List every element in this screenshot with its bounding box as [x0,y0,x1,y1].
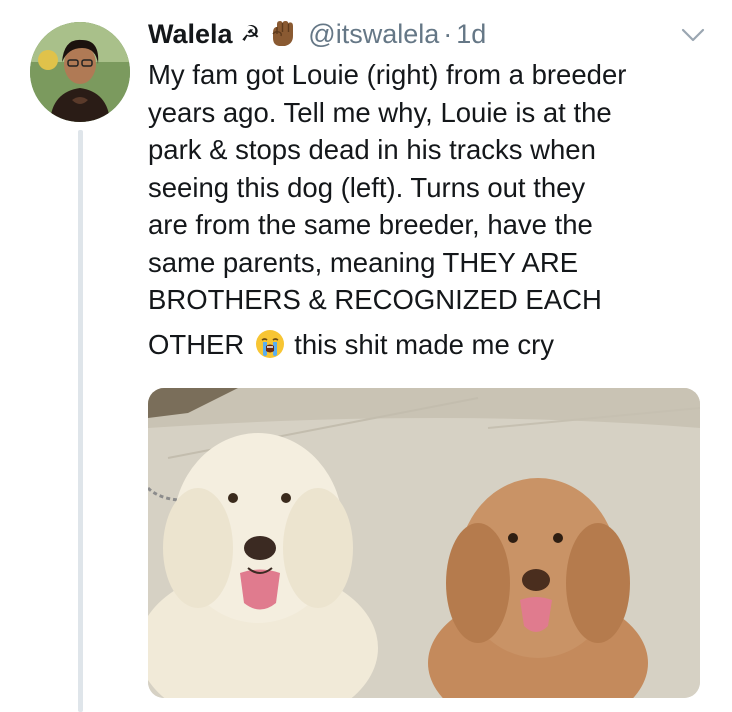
raised-fist-icon [272,21,294,46]
tweet-line: BROTHERS & RECOGNIZED EACH [148,284,602,315]
thread-line [78,130,83,712]
avatar-photo [30,22,130,122]
avatar[interactable] [30,22,130,122]
tweet-line-text: OTHER [148,328,245,360]
tweet-header: Walela ☭ @itswalela · 1d [148,16,486,52]
tweet-photo[interactable] [148,388,700,698]
photo-two-dogs [148,388,700,698]
user-handle[interactable]: @itswalela [308,19,439,50]
separator-dot: · [443,18,453,49]
timestamp[interactable]: 1d [456,19,486,50]
hammer-sickle-emoji: ☭ [240,21,261,46]
tweet-line-last: OTHER this shit made me cry [148,326,708,364]
display-name[interactable]: Walela [148,19,233,50]
tweet-line: park & stops dead in his tracks when [148,134,596,165]
tweet-line-text: this shit made me cry [294,328,555,360]
chevron-down-icon[interactable] [680,26,706,44]
loudly-crying-face-icon [256,330,285,359]
tweet-line: My fam got Louie (right) from a breeder [148,59,627,90]
tweet-text: My fam got Louie (right) from a breeder … [148,56,708,363]
tweet-line: are from the same breeder, have the [148,209,593,240]
tweet-line: years ago. Tell me why, Louie is at the [148,96,612,128]
tweet-line: seeing this dog (left). Turns out they [148,171,586,203]
tweet-line: same parents, meaning THEY ARE [148,246,579,278]
